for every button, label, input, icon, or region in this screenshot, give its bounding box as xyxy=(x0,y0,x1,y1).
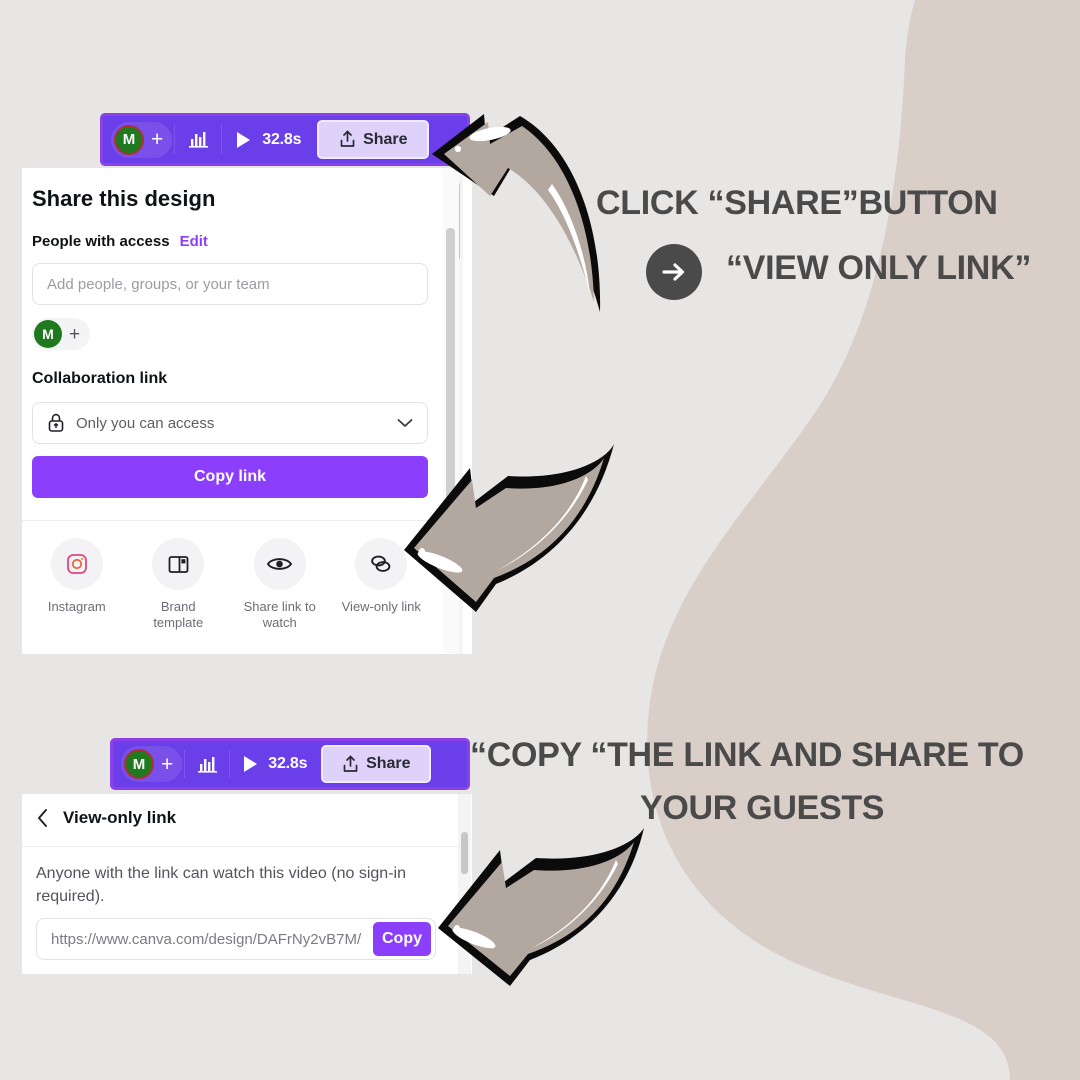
upload-share-icon xyxy=(340,130,355,147)
avatar[interactable]: M xyxy=(124,749,154,779)
share-button[interactable]: Share xyxy=(321,745,432,783)
collaborator-chip[interactable]: M + xyxy=(32,318,91,350)
share-option-brand-template[interactable]: Brand template xyxy=(128,538,230,632)
icon-background xyxy=(355,538,408,590)
collaborators-group[interactable]: M + xyxy=(121,746,183,782)
avatar[interactable]: M xyxy=(34,320,62,348)
option-label: Brand template xyxy=(153,599,204,631)
option-label: Share link to watch xyxy=(243,599,316,631)
icon-background xyxy=(152,538,205,590)
view-only-link-panel: View-only link Anyone with the link can … xyxy=(22,794,472,974)
add-collaborator-button[interactable]: + xyxy=(69,325,80,344)
panel-title: Share this design xyxy=(32,186,216,211)
icon-background xyxy=(253,538,306,590)
share-options-grid: Instagram Brand template Share link to w… xyxy=(26,538,432,632)
add-collaborator-button[interactable]: + xyxy=(161,754,173,775)
page-scrollbar-thumb[interactable] xyxy=(446,228,455,528)
panel-scrollbar-track[interactable] xyxy=(458,794,471,974)
share-button-label: Share xyxy=(363,130,408,148)
access-level-value: Only you can access xyxy=(76,414,215,432)
share-option-view-only-link[interactable]: View-only link xyxy=(331,538,433,632)
share-option-share-link-to-watch[interactable]: Share link to watch xyxy=(229,538,331,632)
upload-share-icon xyxy=(343,755,358,772)
avatar[interactable]: M xyxy=(114,124,144,155)
toolbar-divider xyxy=(174,125,176,154)
share-option-instagram[interactable]: Instagram xyxy=(26,538,128,632)
caption-step2-line1: “COPY “THE LINK AND SHARE TO xyxy=(470,736,1024,774)
copy-button[interactable]: Copy xyxy=(373,922,431,956)
brand-template-icon xyxy=(168,555,189,573)
option-label: View-only link xyxy=(341,599,421,614)
bar-chart-icon[interactable] xyxy=(187,747,227,781)
copy-link-button[interactable]: Copy link xyxy=(32,456,428,498)
view-only-header: View-only link xyxy=(36,808,176,828)
instagram-icon xyxy=(66,554,87,574)
panel-divider xyxy=(22,520,472,521)
share-button[interactable]: Share xyxy=(317,120,430,159)
caption-step2-line2: YOUR GUESTS xyxy=(640,789,885,827)
chevron-left-icon xyxy=(38,809,47,827)
eye-icon xyxy=(267,558,293,570)
chevron-down-icon xyxy=(397,419,413,427)
add-people-placeholder: Add people, groups, or your team xyxy=(47,275,270,293)
duration-label: 32.8s xyxy=(262,130,302,148)
view-only-url-value: https://www.canva.com/design/DAFrNy2vB7M… xyxy=(51,930,362,948)
icon-background xyxy=(50,538,103,590)
toolbar-divider xyxy=(221,125,223,154)
add-collaborator-button[interactable]: + xyxy=(151,129,163,150)
collaboration-link-label: Collaboration link xyxy=(32,370,168,387)
toolbar-divider xyxy=(229,750,231,778)
add-people-input[interactable]: Add people, groups, or your team xyxy=(32,263,428,305)
play-icon[interactable] xyxy=(232,747,268,781)
editor-toolbar-bottom: M + 32.8s Share xyxy=(110,738,470,790)
collaborators-group[interactable]: M + xyxy=(111,121,173,158)
arrow-right-circle-icon xyxy=(646,244,702,300)
access-level-select[interactable]: Only you can access xyxy=(32,402,428,444)
play-icon[interactable] xyxy=(224,123,262,157)
view-only-title: View-only link xyxy=(63,808,177,827)
panel-scrollbar-thumb[interactable] xyxy=(461,832,468,874)
poster-canvas: M + 32.8s Share Share this design People… xyxy=(0,0,1080,1080)
editor-toolbar-top: M + 32.8s Share xyxy=(100,113,470,166)
caption-step1-line1: CLICK “SHARE”BUTTON xyxy=(596,184,998,222)
toolbar-divider xyxy=(184,750,186,778)
duration-label: 32.8s xyxy=(268,755,308,772)
link-chain-icon xyxy=(371,555,391,572)
caption-step1-line2: “VIEW ONLY LINK” xyxy=(726,249,1032,287)
panel-divider xyxy=(22,846,468,847)
share-panel: Share this design People with access Edi… xyxy=(22,168,472,654)
view-only-description: Anyone with the link can watch this vide… xyxy=(36,865,406,906)
lock-icon xyxy=(48,413,64,432)
bar-chart-icon[interactable] xyxy=(177,123,219,157)
view-only-url-field[interactable]: https://www.canva.com/design/DAFrNy2vB7M… xyxy=(36,918,436,960)
edit-access-link[interactable]: Edit xyxy=(180,233,208,250)
people-with-access-label: People with access xyxy=(32,233,170,250)
share-button-label: Share xyxy=(366,755,411,772)
option-label: Instagram xyxy=(47,599,106,614)
